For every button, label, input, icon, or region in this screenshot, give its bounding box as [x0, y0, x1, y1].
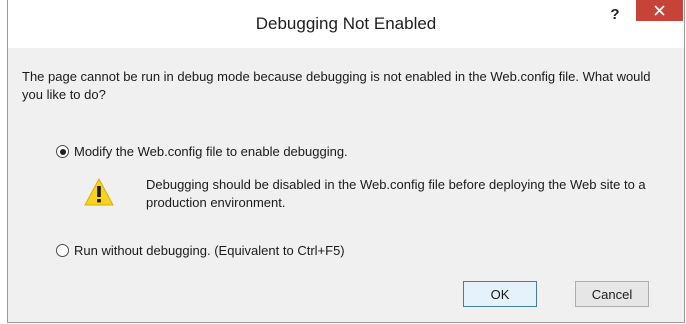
warning-text: Debugging should be disabled in the Web.…	[146, 177, 646, 210]
option-modify-webconfig-label: Modify the Web.config file to enable deb…	[74, 144, 348, 159]
radio-run-without-debugging[interactable]	[56, 244, 69, 257]
dialog-title: Debugging Not Enabled	[255, 14, 437, 33]
option-modify-webconfig[interactable]: Modify the Web.config file to enable deb…	[56, 144, 348, 159]
ok-button[interactable]: OK	[463, 281, 537, 307]
cancel-button[interactable]: Cancel	[575, 281, 649, 307]
debugging-dialog: Debugging Not Enabled ? The page cannot …	[7, 0, 685, 323]
option-run-without-debugging[interactable]: Run without debugging. (Equivalent to Ct…	[56, 243, 345, 258]
dialog-body: The page cannot be run in debug mode bec…	[8, 48, 684, 322]
option-run-without-debugging-label: Run without debugging. (Equivalent to Ct…	[74, 243, 345, 258]
close-icon	[654, 5, 665, 16]
title-bar: Debugging Not Enabled ?	[8, 0, 684, 48]
close-button[interactable]	[636, 0, 683, 21]
help-button[interactable]: ?	[606, 6, 624, 24]
radio-modify-webconfig[interactable]	[56, 145, 69, 158]
warning-icon	[84, 178, 114, 206]
dialog-message: The page cannot be run in debug mode bec…	[22, 69, 651, 102]
